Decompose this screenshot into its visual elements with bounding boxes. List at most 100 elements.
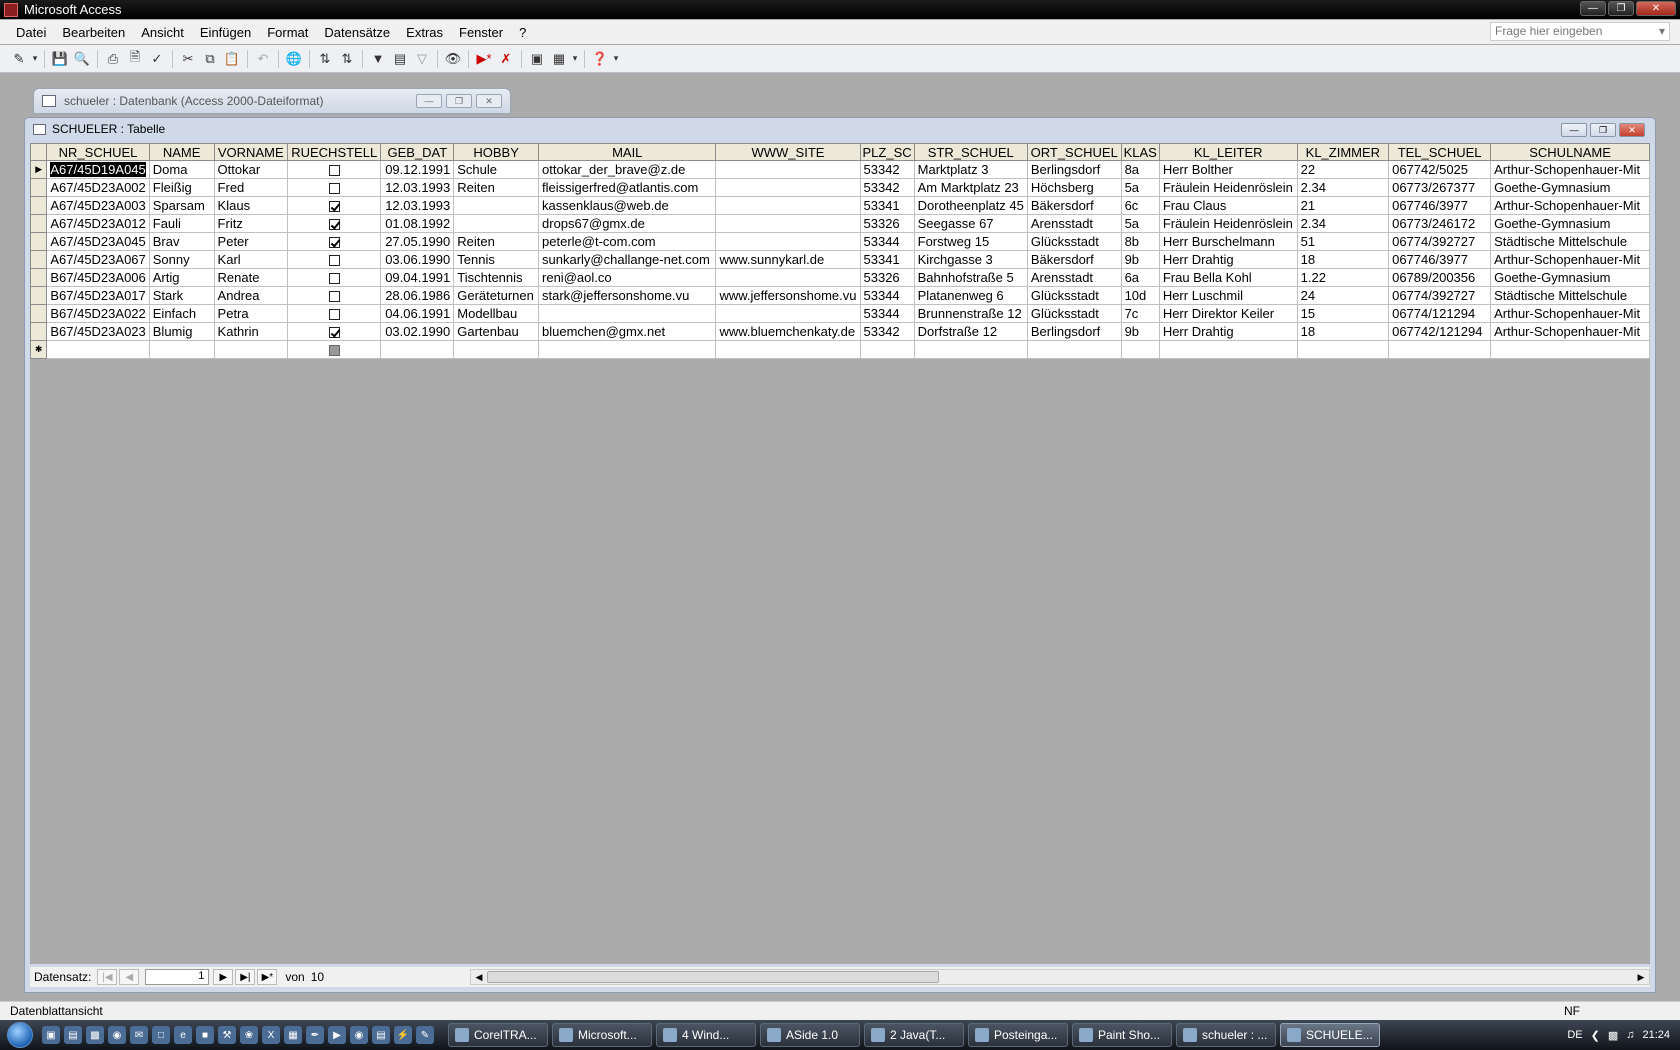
volume-icon[interactable]: ♫ [1626, 1029, 1634, 1041]
name-cell[interactable]: Sparsam [148, 196, 215, 215]
www-site-cell[interactable] [715, 232, 861, 251]
menu-help[interactable]: ? [511, 25, 534, 40]
menu-datensaetze[interactable]: Datensätze [316, 25, 398, 40]
checkbox-checked[interactable] [328, 219, 340, 231]
plz-cell[interactable]: 53326 [859, 214, 915, 233]
view-icon[interactable]: ✎ [8, 48, 30, 70]
kl-zimmer-cell[interactable]: 2.34 [1296, 214, 1390, 233]
new-mail-cell[interactable] [538, 340, 717, 359]
mail-cell[interactable]: peterle@t-com.com [538, 232, 717, 251]
column-header[interactable]: GEB_DAT [380, 143, 455, 161]
schulname-cell[interactable]: Städtische Mittelschule [1490, 232, 1650, 251]
table-row[interactable]: B67/45D23A022 Einfach Petra 04.06.1991 Model… [30, 304, 1650, 323]
sort-ascending-icon[interactable]: ⇅ [314, 48, 336, 70]
new-ort-schuel-cell[interactable] [1026, 340, 1122, 359]
row-selector[interactable]: ▶ [30, 160, 48, 179]
db-close-button[interactable]: ✕ [476, 94, 502, 108]
geb-dat-cell[interactable]: 12.03.1993 [380, 178, 455, 197]
quicklaunch-excel-icon[interactable]: X [262, 1026, 280, 1044]
klasse-cell[interactable]: 7c [1120, 304, 1160, 323]
last-record-button[interactable]: ▶| [235, 969, 256, 985]
find-icon[interactable]: 👁 [442, 48, 464, 70]
horizontal-scrollbar[interactable]: ◀ ▶ [470, 969, 1650, 985]
plz-cell[interactable]: 53341 [859, 196, 915, 215]
quicklaunch-app-icon[interactable]: ◉ [350, 1026, 368, 1044]
hyperlink-icon[interactable]: 🌐 [283, 48, 305, 70]
hobby-cell[interactable] [453, 214, 540, 233]
row-selector[interactable] [30, 304, 48, 323]
scroll-left-icon[interactable]: ◀ [471, 970, 487, 984]
schulname-cell[interactable]: Städtische Mittelschule [1490, 286, 1650, 305]
taskbar-item[interactable]: Microsoft... [552, 1023, 652, 1047]
klasse-cell[interactable]: 9b [1120, 250, 1160, 269]
ruechstell-checkbox[interactable] [286, 322, 382, 341]
mail-cell[interactable]: fleissigerfred@atlantis.com [538, 178, 717, 197]
ort-schuel-cell[interactable]: Glücksstadt [1026, 232, 1122, 251]
select-all-corner[interactable] [30, 143, 48, 161]
new-name-cell[interactable] [148, 340, 215, 359]
row-selector[interactable] [30, 286, 48, 305]
quicklaunch-monitor-icon[interactable]: □ [152, 1026, 170, 1044]
tel-schuel-cell[interactable]: 06773/246172 [1388, 214, 1492, 233]
geb-dat-cell[interactable]: 04.06.1991 [380, 304, 455, 323]
www-site-cell[interactable] [715, 196, 861, 215]
new-tel-schuel-cell[interactable] [1388, 340, 1492, 359]
vorname-cell[interactable]: Ottokar [213, 160, 288, 179]
www-site-cell[interactable] [715, 268, 861, 287]
klasse-cell[interactable]: 6a [1120, 268, 1160, 287]
ort-schuel-cell[interactable]: Bäkersdorf [1026, 250, 1122, 269]
hobby-cell[interactable]: Tennis [453, 250, 540, 269]
nr-schuel-cell[interactable]: A67/45D23A045 [46, 232, 150, 251]
menu-datei[interactable]: Datei [8, 25, 54, 40]
spellcheck-icon[interactable]: ✓ [146, 48, 168, 70]
new-plz-cell[interactable] [859, 340, 915, 359]
table-row[interactable]: B67/45D23A006 Artig Renate 09.04.1991 Tischt… [30, 268, 1650, 287]
nr-schuel-cell[interactable]: B67/45D23A023 [46, 322, 150, 341]
restore-button[interactable]: ❐ [1608, 1, 1634, 16]
quicklaunch-desktop-icon[interactable]: ▣ [42, 1026, 60, 1044]
tel-schuel-cell[interactable]: 06773/267377 [1388, 178, 1492, 197]
column-header[interactable]: ORT_SCHUEL [1026, 143, 1122, 161]
row-selector[interactable] [30, 232, 48, 251]
access-app-icon[interactable] [4, 2, 18, 17]
schulname-cell[interactable]: Goethe-Gymnasium [1490, 178, 1650, 197]
kl-zimmer-cell[interactable]: 18 [1296, 322, 1390, 341]
str-schuel-cell[interactable]: Kirchgasse 3 [913, 250, 1028, 269]
database-window-icon[interactable]: ▣ [526, 48, 548, 70]
kl-leiter-cell[interactable]: Herr Bolther [1158, 160, 1298, 179]
plz-cell[interactable]: 53341 [859, 250, 915, 269]
schulname-cell[interactable]: Arthur-Schopenhauer-Mit [1490, 196, 1650, 215]
checkbox-unchecked[interactable] [328, 183, 340, 195]
help-icon[interactable]: ❓ [589, 48, 611, 70]
geb-dat-cell[interactable]: 09.04.1991 [380, 268, 455, 287]
column-header[interactable]: NAME [148, 143, 215, 161]
ruechstell-checkbox[interactable] [286, 232, 382, 251]
cut-icon[interactable]: ✂ [177, 48, 199, 70]
chevron-down-icon[interactable]: ▾ [30, 48, 40, 70]
geb-dat-cell[interactable]: 12.03.1993 [380, 196, 455, 215]
current-record-input[interactable]: 1 [145, 969, 210, 985]
str-schuel-cell[interactable]: Dorotheenplatz 45 [913, 196, 1028, 215]
checkbox-checked[interactable] [328, 201, 340, 213]
geb-dat-cell[interactable]: 01.08.1992 [380, 214, 455, 233]
klasse-cell[interactable]: 10d [1120, 286, 1160, 305]
scroll-right-icon[interactable]: ▶ [1633, 970, 1649, 984]
kl-leiter-cell[interactable]: Herr Direktor Keiler [1158, 304, 1298, 323]
new-ruechstell-checkbox[interactable] [286, 340, 382, 359]
nr-schuel-cell[interactable]: A67/45D23A002 [46, 178, 150, 197]
nr-schuel-cell[interactable]: B67/45D23A006 [46, 268, 150, 287]
schulname-cell[interactable]: Goethe-Gymnasium [1490, 214, 1650, 233]
name-cell[interactable]: Sonny [148, 250, 215, 269]
db-minimize-button[interactable]: — [416, 94, 442, 108]
kl-leiter-cell[interactable]: Frau Claus [1158, 196, 1298, 215]
column-header[interactable]: MAIL [538, 143, 717, 161]
column-header[interactable]: PLZ_SC [859, 143, 915, 161]
kl-zimmer-cell[interactable]: 15 [1296, 304, 1390, 323]
kl-zimmer-cell[interactable]: 22 [1296, 160, 1390, 179]
ort-schuel-cell[interactable]: Glücksstadt [1026, 304, 1122, 323]
previous-record-button[interactable]: ◀ [119, 969, 140, 985]
filter-by-selection-icon[interactable]: ▼ [367, 48, 389, 70]
table-restore-button[interactable]: ❐ [1590, 123, 1616, 137]
column-header[interactable]: VORNAME [213, 143, 288, 161]
row-selector[interactable] [30, 214, 48, 233]
